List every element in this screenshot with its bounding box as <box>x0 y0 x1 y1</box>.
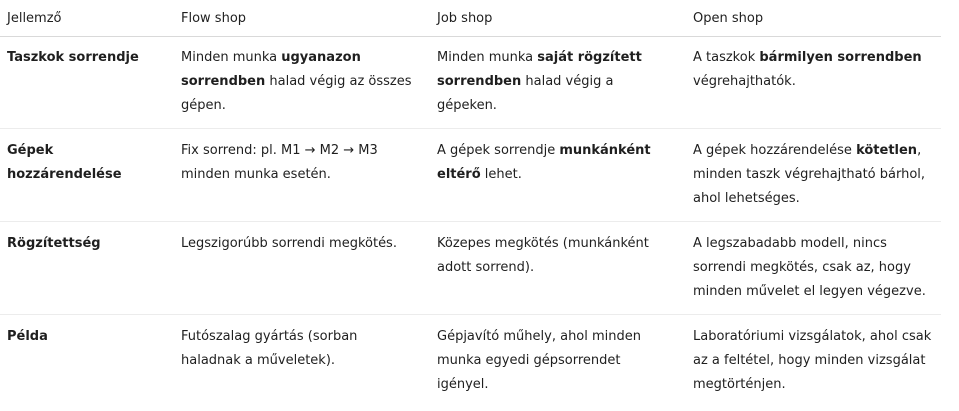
cell-text: A gépek hozzárendelése <box>693 143 857 158</box>
cell-text: Laboratóriumi vizsgálatok, ahol csak az … <box>693 329 932 392</box>
emphasis-text: kötetlen <box>856 143 918 158</box>
job-shop-cell: Gépjavító műhely, ahol minden munka egye… <box>437 325 669 397</box>
job-shop-cell: Minden munka saját rögzített sorrendben … <box>437 46 669 118</box>
row-label: Gépek hozzárendelése <box>7 143 122 182</box>
row-label: Példa <box>7 329 48 344</box>
table-header-row: Jellemző Flow shop Job shop Open shop <box>0 0 941 37</box>
cell-text: lehet. <box>480 167 522 182</box>
table-row: Rögzítettség Legszigorúbb sorrendi megkö… <box>0 222 941 315</box>
flow-shop-cell: Fix sorrend: pl. M1 → M2 → M3 minden mun… <box>181 139 413 187</box>
flow-shop-cell: Futószalag gyártás (sorban haladnak a mű… <box>181 325 413 373</box>
job-shop-cell: A gépek sorrendje munkánként eltérő lehe… <box>437 139 669 187</box>
open-shop-cell: A legszabadabb modell, nincs sorrendi me… <box>693 232 938 304</box>
cell-text: A legszabadabb modell, nincs sorrendi me… <box>693 236 926 299</box>
flow-shop-cell: Legszigorúbb sorrendi megkötés. <box>181 232 413 256</box>
table-row: Gépek hozzárendelése Fix sorrend: pl. M1… <box>0 129 941 222</box>
header-open-shop: Open shop <box>693 11 764 26</box>
cell-text: A taszkok <box>693 50 760 65</box>
cell-text: Minden munka <box>181 50 282 65</box>
table-row: Taszkok sorrendje Minden munka ugyanazon… <box>0 37 941 129</box>
cell-text: Gépjavító műhely, ahol minden munka egye… <box>437 329 642 392</box>
header-jellemzo: Jellemző <box>7 11 62 26</box>
open-shop-cell: A taszkok bármilyen sorrendben végrehajt… <box>693 46 938 94</box>
cell-text: A gépek sorrendje <box>437 143 560 158</box>
cell-text: Közepes megkötés (munkánként adott sorre… <box>437 236 649 275</box>
row-label: Taszkok sorrendje <box>7 50 139 65</box>
emphasis-text: bármilyen sorrendben <box>759 50 922 65</box>
cell-text: végrehajthatók. <box>693 74 796 89</box>
cell-text: Minden munka <box>437 50 538 65</box>
comparison-table: Jellemző Flow shop Job shop Open shop Ta… <box>0 0 959 411</box>
table-row: Példa Futószalag gyártás (sorban haladna… <box>0 315 941 411</box>
cell-text: Legszigorúbb sorrendi megkötés. <box>181 236 397 251</box>
header-job-shop: Job shop <box>437 11 493 26</box>
flow-shop-cell: Minden munka ugyanazon sorrendben halad … <box>181 46 413 118</box>
header-flow-shop: Flow shop <box>181 11 247 26</box>
cell-text: Fix sorrend: pl. M1 → M2 → M3 minden mun… <box>181 143 378 182</box>
row-label: Rögzítettség <box>7 236 101 251</box>
cell-text: Futószalag gyártás (sorban haladnak a mű… <box>181 329 358 368</box>
open-shop-cell: A gépek hozzárendelése kötetlen, minden … <box>693 139 938 211</box>
open-shop-cell: Laboratóriumi vizsgálatok, ahol csak az … <box>693 325 938 397</box>
job-shop-cell: Közepes megkötés (munkánként adott sorre… <box>437 232 669 280</box>
